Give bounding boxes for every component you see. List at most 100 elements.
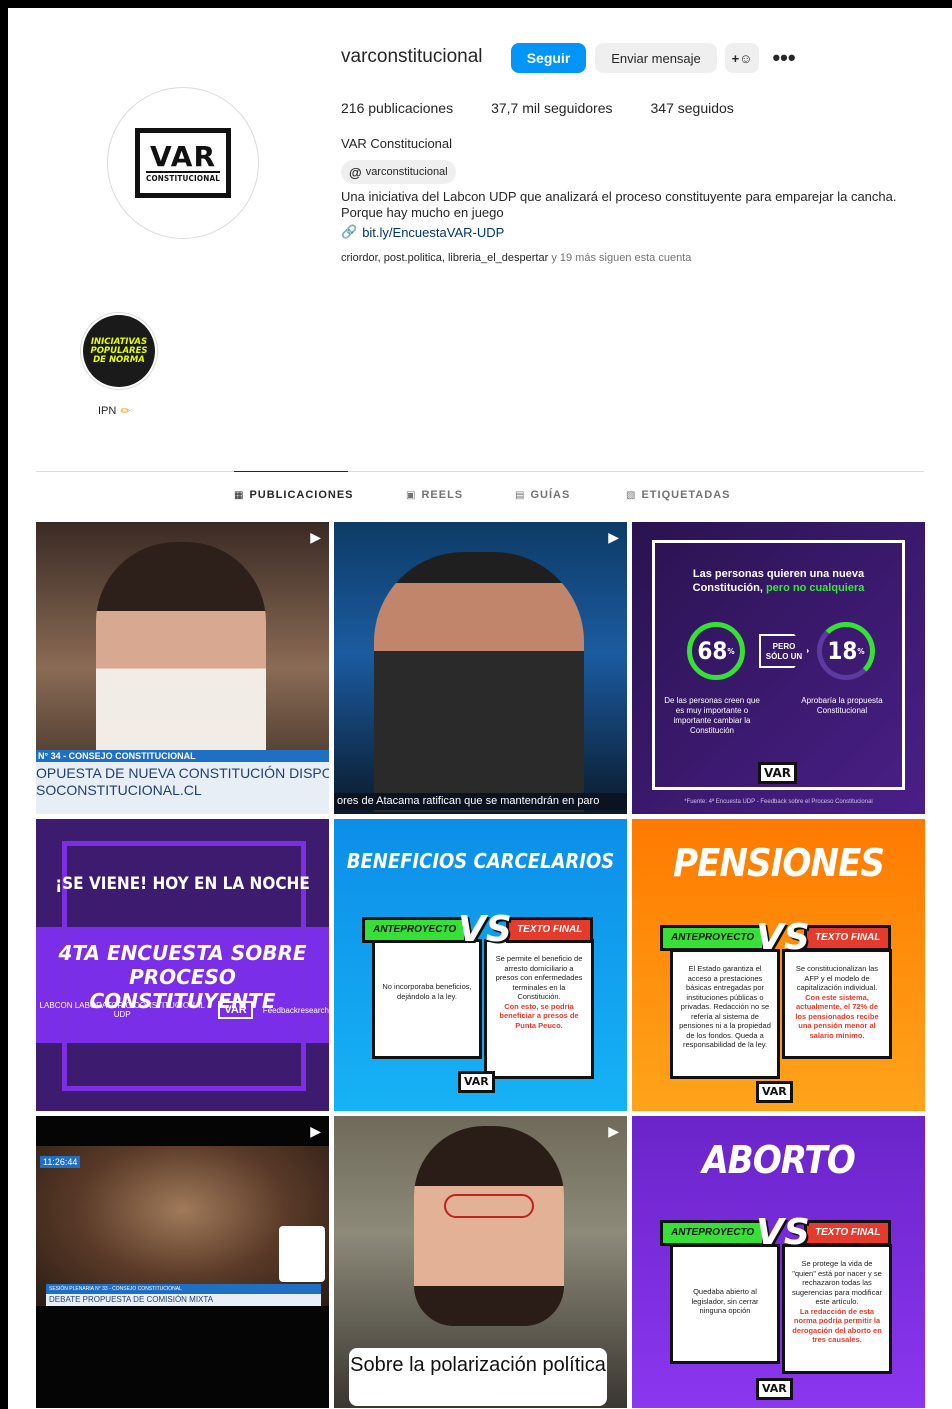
source-note: *Fuente: 4ª Encuesta UDP - Feedback sobr…	[684, 799, 873, 805]
tv-caption: N° 34 - CONSEJO CONSTITUCIONAL OPUESTA D…	[36, 750, 329, 814]
followers-count[interactable]: 37,7 mil seguidores	[491, 100, 612, 116]
var-logo: VAR	[458, 1071, 495, 1093]
post-tile[interactable]: ▶ Sobre la polarización política	[334, 1116, 627, 1408]
percent-ring: 18%	[817, 622, 875, 680]
post-title: BENEFICIOS CARCELARIOS	[346, 849, 615, 873]
profile-stats: 216 publicaciones 37,7 mil seguidores 34…	[341, 100, 734, 116]
texto-final-label: TEXTO FINAL	[804, 1220, 892, 1246]
percent-sign: %	[727, 646, 735, 656]
post-tile[interactable]: BENEFICIOS CARCELARIOS No incorporaba be…	[334, 819, 627, 1111]
tabs-divider	[36, 471, 924, 472]
var-logo: VAR CONSTITUCIONAL	[135, 128, 231, 198]
post-title: PENSIONES	[672, 841, 885, 885]
compare-card-left: No incorporaba beneficios, dejándolo a l…	[372, 939, 482, 1059]
caption-line: SOCONSTITUCIONAL.CL	[36, 782, 202, 798]
highlight-label: IPN ✏	[98, 404, 130, 418]
tab-reels[interactable]: ▣ REELS	[406, 489, 463, 501]
broadcast-subtitle: DEBATE PROPUESTA DE COMISIÓN MIXTA	[46, 1294, 321, 1306]
compare-card-right: Se constitucionalizan las AFP y el model…	[782, 949, 892, 1059]
add-user-icon: +☺	[731, 50, 753, 66]
title-text: Las personas quieren una nueva	[692, 568, 865, 580]
stat-caption: De las personas creen que es muy importa…	[664, 696, 760, 735]
post-tile[interactable]: ▶ N° 34 - CONSEJO CONSTITUCIONAL OPUESTA…	[36, 522, 329, 814]
follow-button[interactable]: Seguir	[511, 43, 586, 73]
caption-line: OPUESTA DE NUEVA CONSTITUCIÓN DISPONI	[36, 765, 329, 781]
anteproyecto-label: ANTEPROYECTO	[660, 925, 766, 951]
reel-icon: ▶	[608, 529, 619, 545]
var-logo: VAR	[218, 1001, 253, 1019]
highlight-ipn[interactable]: INICIATIVAS POPULARES DE NORMA	[80, 312, 158, 390]
profile-avatar[interactable]: VAR CONSTITUCIONAL	[107, 87, 259, 239]
threads-icon: @	[349, 164, 362, 180]
instagram-profile-page: VAR CONSTITUCIONAL varconstitucional Seg…	[8, 8, 952, 1409]
card-highlight: La redacción de esta norma podría permit…	[792, 1306, 882, 1345]
vs-mark: VS	[756, 917, 810, 958]
post-image	[96, 542, 266, 772]
vs-mark: VS	[458, 909, 512, 950]
suggested-users-button[interactable]: +☺	[725, 43, 759, 73]
broadcast-bar: SESIÓN PLENARIA N° 33 - CONSEJO CONSTITU…	[46, 1284, 321, 1294]
reel-icon: ▶	[310, 1123, 321, 1139]
profile-full-name: VAR Constitucional	[341, 136, 453, 151]
var-logo: VAR	[756, 1378, 793, 1400]
percent-sign: %	[857, 646, 865, 656]
tagged-icon: ▧	[626, 489, 637, 501]
news-ticker: ores de Atacama ratifican que se mantend…	[334, 793, 627, 810]
banner-line: ¡SE VIENE! HOY EN LA NOCHE	[55, 874, 310, 894]
anteproyecto-label: ANTEPROYECTO	[362, 917, 468, 943]
post-image	[414, 1126, 564, 1326]
link-icon: 🔗	[341, 224, 358, 239]
profile-link[interactable]: 🔗 bit.ly/EncuestaVAR-UDP	[341, 224, 504, 240]
reel-icon: ▶	[608, 1123, 619, 1139]
tab-label: ETIQUETADAS	[641, 489, 731, 501]
bio-line-1: Una iniciativa del Labcon UDP que analiz…	[341, 189, 897, 204]
post-tile[interactable]: ▶ ores de Atacama ratifican que se mante…	[334, 522, 627, 814]
profile-bio: Una iniciativa del Labcon UDP que analiz…	[341, 189, 921, 221]
compare-card-left: Quedaba abierto al legislador, sin cerra…	[670, 1244, 780, 1364]
followed-by[interactable]: criordor, post.politica, libreria_el_des…	[341, 252, 691, 264]
feedback-logo: Feedbackresearch	[262, 1005, 329, 1015]
glasses-shape	[444, 1194, 534, 1218]
texto-final-label: TEXTO FINAL	[804, 925, 892, 951]
texto-final-label: TEXTO FINAL	[506, 917, 594, 943]
threads-handle: varconstitucional	[365, 166, 448, 178]
card-highlight: Con esto, se podría beneficiar a presos …	[499, 1001, 579, 1030]
highlight-cover: INICIATIVAS POPULARES DE NORMA	[83, 315, 155, 387]
partner-logos: LABCON LABORATORIO CONSTITUCIONAL UDP VA…	[36, 1001, 329, 1019]
more-options-button[interactable]: •••	[768, 43, 800, 73]
tab-etiquetadas[interactable]: ▧ ETIQUETADAS	[626, 489, 730, 501]
threads-badge[interactable]: @ varconstitucional	[341, 160, 456, 184]
post-tile[interactable]: ABORTO Quedaba abierto al legislador, si…	[632, 1116, 925, 1408]
reel-icon: ▶	[310, 529, 321, 545]
profile-link-text[interactable]: bit.ly/EncuestaVAR-UDP	[362, 225, 504, 240]
tab-publicaciones[interactable]: ▦ PUBLICACIONES	[234, 489, 354, 501]
following-count[interactable]: 347 seguidos	[651, 100, 734, 116]
var-logo-text: VAR	[150, 140, 216, 173]
post-tile[interactable]: ▶ 11:26:44 SESIÓN PLENARIA N° 33 - CONSE…	[36, 1116, 329, 1408]
send-message-button[interactable]: Enviar mensaje	[595, 43, 717, 73]
compare-card-left: El Estado garantiza el acceso a prestaci…	[670, 949, 780, 1079]
post-tile[interactable]: ¡SE VIENE! HOY EN LA NOCHE 4TA ENCUESTA …	[36, 819, 329, 1111]
post-title: ABORTO	[702, 1138, 856, 1182]
pencil-icon: ✏	[120, 404, 131, 418]
tab-label: REELS	[421, 489, 464, 501]
percent-value: 68	[697, 637, 728, 665]
broadcast-time: 11:26:44	[40, 1156, 81, 1168]
var-logo: VAR	[758, 762, 797, 784]
highlight-label-text: IPN	[98, 405, 117, 417]
card-text: Se permite el beneficio de arresto domic…	[495, 954, 583, 1001]
post-tile[interactable]: Las personas quieren una nueva Constituc…	[632, 522, 925, 814]
more-icon: •••	[772, 45, 796, 70]
infographic-title: Las personas quieren una nueva Constituc…	[652, 567, 905, 595]
reels-icon: ▣	[406, 489, 417, 501]
card-highlight: Con este sistema, actualmente, el 72% de…	[795, 992, 879, 1040]
title-text: Constitución,	[692, 582, 766, 594]
followed-by-suffix: y 19 más siguen esta cuenta	[548, 252, 692, 264]
post-tile[interactable]: PENSIONES El Estado garantiza el acceso …	[632, 819, 925, 1111]
percent-value: 18	[827, 637, 858, 665]
percent-ring: 68%	[687, 622, 745, 680]
compare-card-right: Se permite el beneficio de arresto domic…	[484, 939, 594, 1079]
guides-icon: ▤	[515, 489, 526, 501]
bio-line-2: Porque hay mucho en juego	[341, 205, 504, 220]
tab-guias[interactable]: ▤ GUÍAS	[515, 489, 570, 501]
